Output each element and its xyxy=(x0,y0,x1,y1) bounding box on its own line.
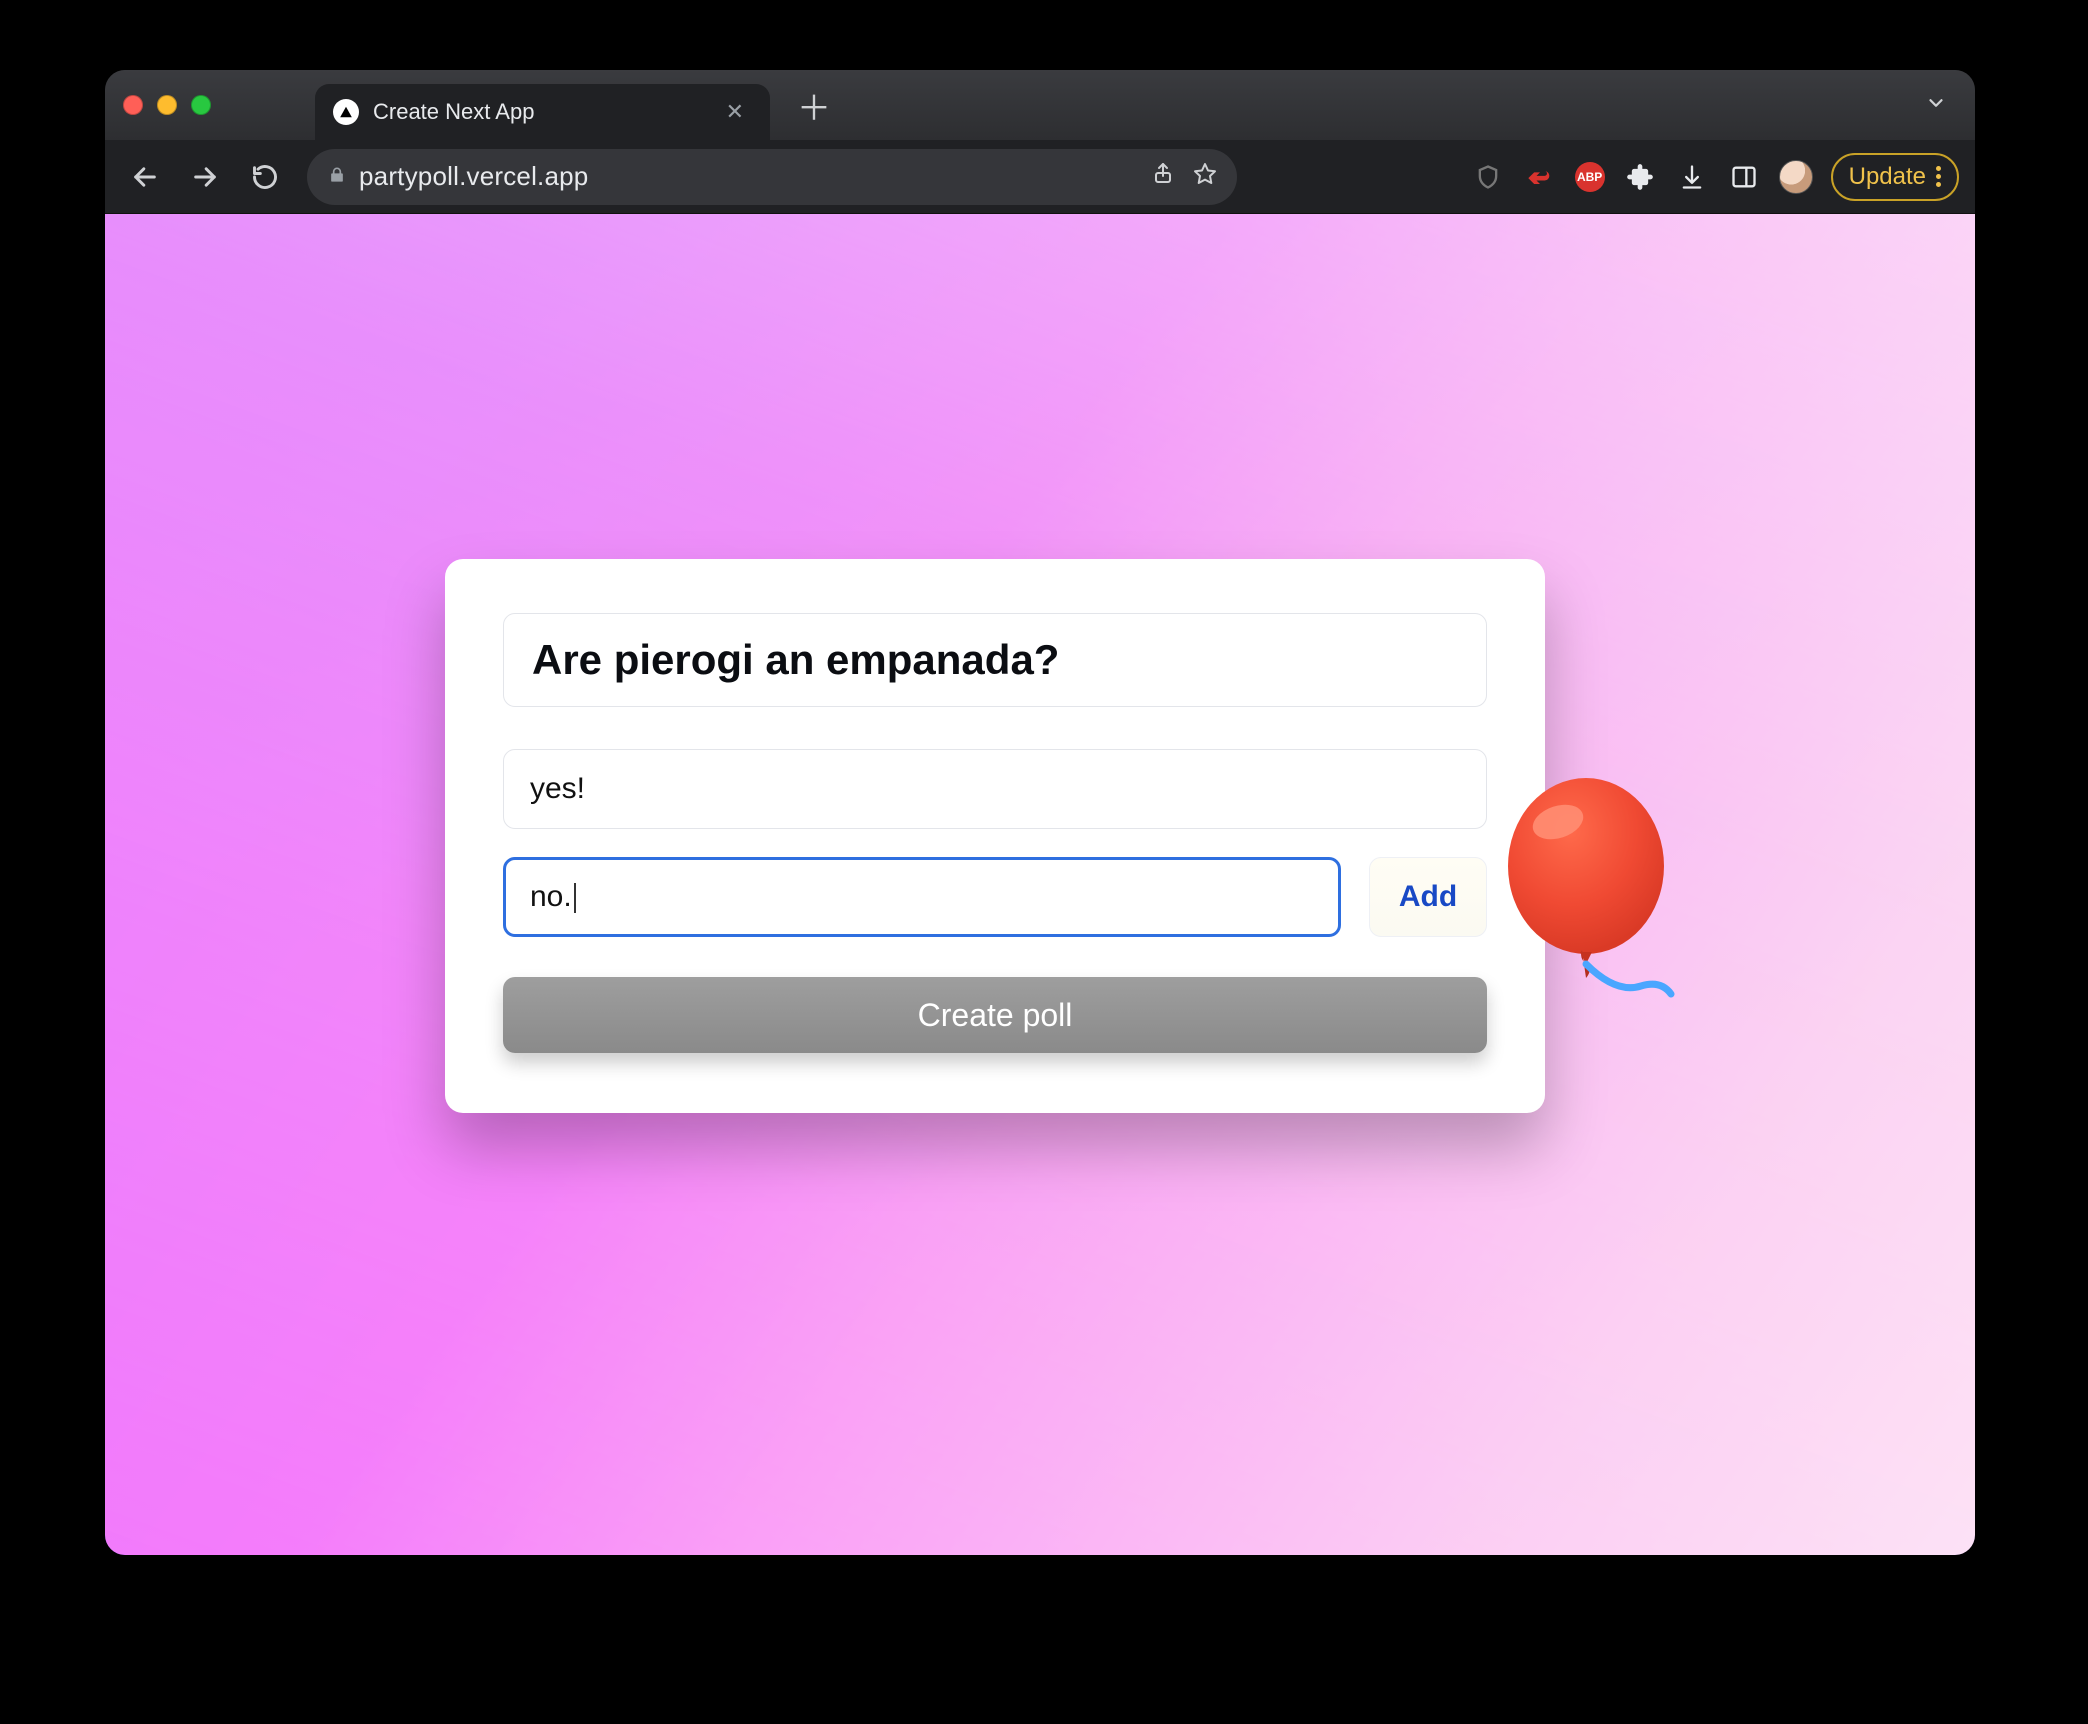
poll-card: Are pierogi an empanada? yes! no. Add Cr… xyxy=(445,559,1545,1113)
address-bar-url: partypoll.vercel.app xyxy=(359,161,1139,192)
shield-extension-icon[interactable] xyxy=(1471,160,1505,194)
bookmark-star-icon[interactable] xyxy=(1193,161,1217,192)
update-button-label: Update xyxy=(1849,163,1926,191)
poll-new-answer-value: no. xyxy=(530,880,572,913)
tab-title: Create Next App xyxy=(373,99,704,125)
address-bar[interactable]: partypoll.vercel.app xyxy=(307,149,1237,205)
expressvpn-extension-icon[interactable] xyxy=(1523,160,1557,194)
back-button[interactable] xyxy=(121,153,169,201)
browser-window: Create Next App ✕ ＋ xyxy=(105,70,1975,1555)
more-menu-icon xyxy=(1936,166,1941,187)
share-icon[interactable] xyxy=(1151,161,1175,192)
new-tab-button[interactable]: ＋ xyxy=(794,85,834,125)
poll-answers: yes! no. Add xyxy=(503,749,1487,937)
page-viewport: Are pierogi an empanada? yes! no. Add Cr… xyxy=(105,214,1975,1555)
vercel-favicon-icon xyxy=(333,99,359,125)
browser-tab[interactable]: Create Next App ✕ xyxy=(315,84,770,140)
extensions-row: ABP Update xyxy=(1471,153,1959,201)
window-traffic-lights xyxy=(123,95,211,115)
forward-button[interactable] xyxy=(181,153,229,201)
poll-question-input[interactable]: Are pierogi an empanada? xyxy=(503,613,1487,707)
update-button[interactable]: Update xyxy=(1831,153,1959,201)
toolbar: partypoll.vercel.app ABP xyxy=(105,140,1975,214)
window-close-button[interactable] xyxy=(123,95,143,115)
poll-new-answer-row: no. Add xyxy=(503,857,1487,937)
window-minimize-button[interactable] xyxy=(157,95,177,115)
titlebar: Create Next App ✕ ＋ xyxy=(105,70,1975,140)
downloads-icon[interactable] xyxy=(1675,160,1709,194)
extensions-puzzle-icon[interactable] xyxy=(1623,160,1657,194)
reload-button[interactable] xyxy=(241,153,289,201)
poll-answer-input[interactable]: yes! xyxy=(503,749,1487,829)
side-panel-icon[interactable] xyxy=(1727,160,1761,194)
text-caret-icon xyxy=(574,883,576,913)
window-fullscreen-button[interactable] xyxy=(191,95,211,115)
profile-avatar[interactable] xyxy=(1779,160,1813,194)
add-answer-button[interactable]: Add xyxy=(1369,857,1487,937)
adblock-plus-extension-icon[interactable]: ABP xyxy=(1575,162,1605,192)
poll-new-answer-input[interactable]: no. xyxy=(503,857,1341,937)
lock-icon xyxy=(327,161,347,192)
window-dropdown-button[interactable] xyxy=(1915,86,1957,125)
create-poll-button[interactable]: Create poll xyxy=(503,977,1487,1053)
tab-close-button[interactable]: ✕ xyxy=(718,95,752,129)
